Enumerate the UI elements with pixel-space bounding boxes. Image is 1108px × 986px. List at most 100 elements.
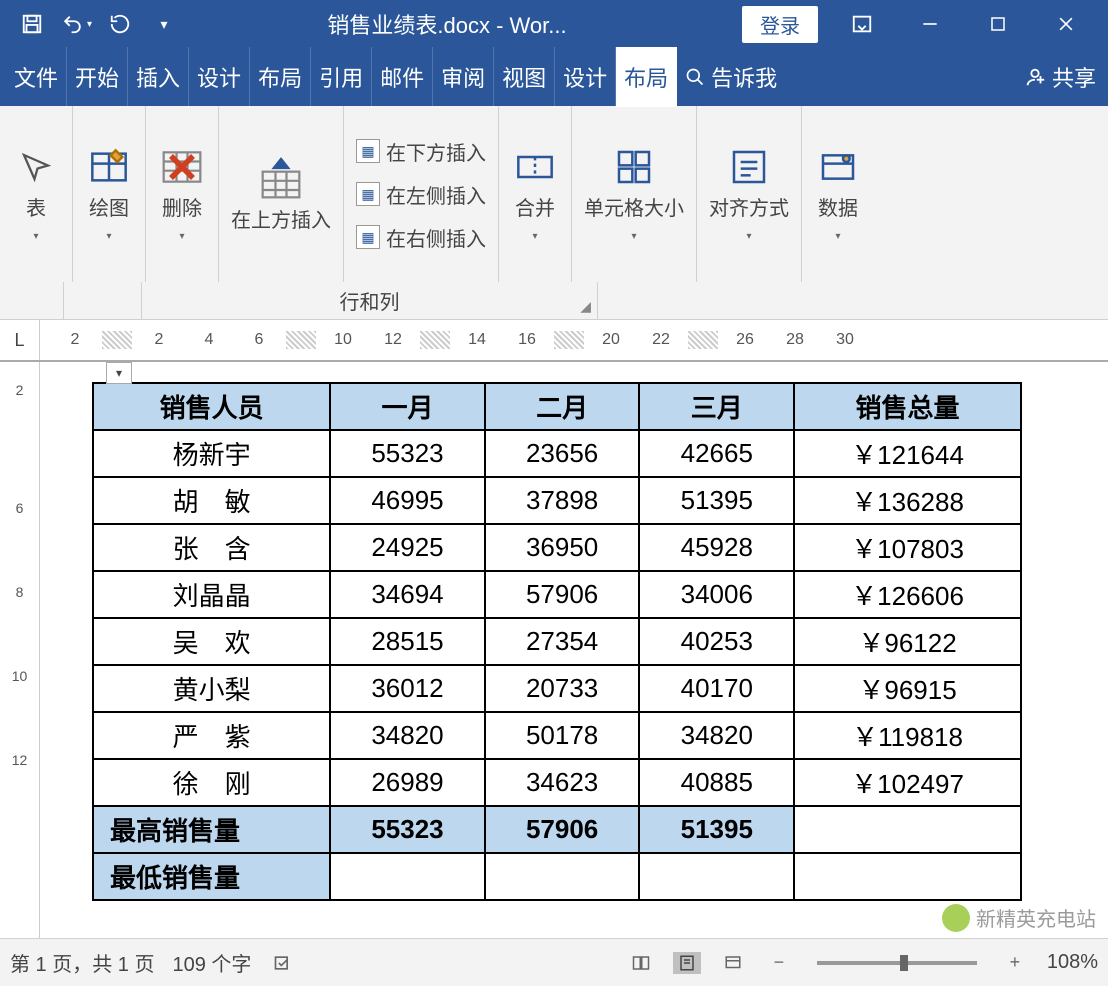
ribbon-options-icon[interactable]	[846, 8, 878, 40]
tab-view[interactable]: 视图	[494, 47, 555, 107]
undo-icon[interactable]: ▾	[60, 8, 92, 40]
cell[interactable]: 34820	[330, 712, 485, 759]
cell[interactable]: 37898	[485, 477, 640, 524]
ruler-horizontal[interactable]: L 2 2 4 6 10 12 14 16 20 22 26 28 30	[0, 320, 1108, 362]
cell[interactable]	[639, 853, 794, 900]
cell[interactable]: 张 含	[93, 524, 330, 571]
ribbon-draw-group[interactable]: 绘图▾	[73, 106, 146, 282]
cell[interactable]: ￥107803	[794, 524, 1021, 571]
print-layout-icon[interactable]	[673, 952, 701, 974]
tab-table-layout[interactable]: 布局	[616, 47, 677, 107]
cell[interactable]: 36012	[330, 665, 485, 712]
cell[interactable]	[794, 806, 1021, 853]
close-icon[interactable]	[1050, 8, 1082, 40]
word-count[interactable]: 109 个字	[172, 948, 251, 977]
cell[interactable]: 45928	[639, 524, 794, 571]
header-total[interactable]: 销售总量	[794, 383, 1021, 430]
tab-insert[interactable]: 插入	[128, 47, 189, 107]
cell[interactable]: 27354	[485, 618, 640, 665]
cell[interactable]: ￥96122	[794, 618, 1021, 665]
ribbon-cellsize-group[interactable]: 单元格大小▾	[572, 106, 697, 282]
ribbon-select-group[interactable]: 表▾	[0, 106, 73, 282]
cell[interactable]: 34623	[485, 759, 640, 806]
cell[interactable]: 26989	[330, 759, 485, 806]
cell[interactable]: 40170	[639, 665, 794, 712]
spell-check-icon[interactable]	[269, 952, 297, 974]
cell[interactable]: 55323	[330, 806, 485, 853]
cell[interactable]: 34006	[639, 571, 794, 618]
sales-table[interactable]: 销售人员 一月 二月 三月 销售总量 杨新宇553232365642665￥12…	[92, 382, 1022, 901]
zoom-out-icon[interactable]: −	[765, 952, 793, 974]
ribbon-insert-above-group[interactable]: 在上方插入	[219, 106, 344, 282]
minimize-icon[interactable]	[914, 8, 946, 40]
tab-mail[interactable]: 邮件	[372, 47, 433, 107]
cell[interactable]: 34694	[330, 571, 485, 618]
cell[interactable]: 胡 敏	[93, 477, 330, 524]
page[interactable]: ▾ 销售人员 一月 二月 三月 销售总量 杨新宇553232365642665￥…	[40, 362, 1108, 938]
cell[interactable]: ￥102497	[794, 759, 1021, 806]
cell[interactable]: 黄小梨	[93, 665, 330, 712]
insert-below-button[interactable]: ▦在下方插入	[356, 137, 486, 166]
login-button[interactable]: 登录	[742, 6, 818, 43]
share-button[interactable]: 共享	[1018, 61, 1102, 93]
table-row[interactable]: 胡 敏469953789851395￥136288	[93, 477, 1021, 524]
ribbon-data-group[interactable]: 数据▾	[802, 106, 874, 282]
tell-me-search[interactable]: 告诉我	[677, 61, 785, 93]
cell[interactable]	[485, 853, 640, 900]
ruler-vertical[interactable]: 2 6 8 10 12	[0, 362, 40, 938]
table-row[interactable]: 黄小梨360122073340170￥96915	[93, 665, 1021, 712]
insert-left-button[interactable]: ▦在左侧插入	[356, 180, 486, 209]
table-row-min[interactable]: 最低销售量	[93, 853, 1021, 900]
read-mode-icon[interactable]	[627, 952, 655, 974]
maximize-icon[interactable]	[982, 8, 1014, 40]
table-row[interactable]: 吴 欢285152735440253￥96122	[93, 618, 1021, 665]
tab-file[interactable]: 文件	[6, 47, 67, 107]
cell[interactable]: 36950	[485, 524, 640, 571]
table-row[interactable]: 徐 刚269893462340885￥102497	[93, 759, 1021, 806]
web-layout-icon[interactable]	[719, 952, 747, 974]
cell[interactable]: 51395	[639, 806, 794, 853]
zoom-slider[interactable]	[817, 961, 977, 965]
cell[interactable]: 23656	[485, 430, 640, 477]
table-row[interactable]: 严 紫348205017834820￥119818	[93, 712, 1021, 759]
table-row[interactable]: 杨新宇553232365642665￥121644	[93, 430, 1021, 477]
tab-layout[interactable]: 布局	[250, 47, 311, 107]
ribbon-delete-group[interactable]: 删除▾	[146, 106, 219, 282]
tab-references[interactable]: 引用	[311, 47, 372, 107]
ribbon-align-group[interactable]: 对齐方式▾	[697, 106, 802, 282]
cell[interactable]: 40885	[639, 759, 794, 806]
cell[interactable]: 42665	[639, 430, 794, 477]
page-indicator[interactable]: 第 1 页，共 1 页	[10, 948, 154, 977]
header-mar[interactable]: 三月	[639, 383, 794, 430]
table-row-max[interactable]: 最高销售量553235790651395	[93, 806, 1021, 853]
tab-review[interactable]: 审阅	[433, 47, 494, 107]
tab-home[interactable]: 开始	[67, 47, 128, 107]
tab-table-design[interactable]: 设计	[555, 47, 616, 107]
cell[interactable]: 51395	[639, 477, 794, 524]
cell[interactable]: 吴 欢	[93, 618, 330, 665]
cell[interactable]: 46995	[330, 477, 485, 524]
cell[interactable]: 最低销售量	[93, 853, 330, 900]
cell[interactable]	[330, 853, 485, 900]
zoom-in-icon[interactable]: +	[1001, 952, 1029, 974]
cell[interactable]: 20733	[485, 665, 640, 712]
header-jan[interactable]: 一月	[330, 383, 485, 430]
cell[interactable]: 杨新宇	[93, 430, 330, 477]
table-row[interactable]: 刘晶晶346945790634006￥126606	[93, 571, 1021, 618]
redo-icon[interactable]	[104, 8, 136, 40]
cell[interactable]: ￥96915	[794, 665, 1021, 712]
cell[interactable]: 34820	[639, 712, 794, 759]
table-row[interactable]: 张 含249253695045928￥107803	[93, 524, 1021, 571]
cell[interactable]: ￥119818	[794, 712, 1021, 759]
cell[interactable]: 40253	[639, 618, 794, 665]
cell[interactable]	[794, 853, 1021, 900]
ribbon-merge-group[interactable]: 合并▾	[499, 106, 572, 282]
layout-options-icon[interactable]: ▾	[106, 362, 132, 384]
cell[interactable]: 57906	[485, 806, 640, 853]
cell[interactable]: 24925	[330, 524, 485, 571]
cell[interactable]: ￥121644	[794, 430, 1021, 477]
save-icon[interactable]	[16, 8, 48, 40]
zoom-thumb[interactable]	[900, 955, 908, 971]
cell[interactable]: 57906	[485, 571, 640, 618]
cell[interactable]: 徐 刚	[93, 759, 330, 806]
